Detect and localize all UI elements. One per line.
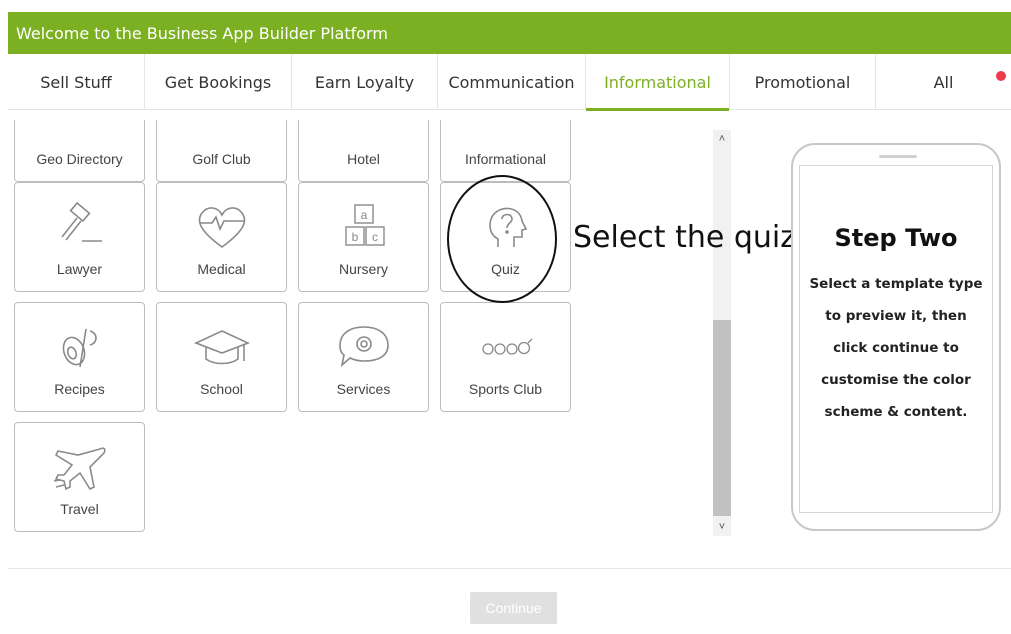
preview-title: Step Two [834, 224, 958, 252]
tab-earn-loyalty[interactable]: Earn Loyalty [292, 54, 438, 110]
template-tile-informational[interactable]: Informational [440, 120, 571, 182]
template-tile-sports-club[interactable]: Sports Club [440, 302, 571, 412]
preview-text: Select a template type to preview it, th… [809, 276, 983, 420]
svg-text:c: c [372, 230, 378, 244]
template-tile-hotel[interactable]: Hotel [298, 120, 429, 182]
template-tile-nursery[interactable]: a b c Nursery [298, 182, 429, 292]
tab-sell-stuff[interactable]: Sell Stuff [8, 54, 145, 110]
notification-dot [996, 71, 1006, 81]
template-tile-services[interactable]: Services [298, 302, 429, 412]
template-scrollbar[interactable]: ˄ ˅ [713, 130, 731, 536]
template-tile-medical[interactable]: Medical [156, 182, 287, 292]
template-grid: Geo Directory Golf Club Hotel Informatio… [8, 110, 708, 540]
template-tile-golf-club[interactable]: Golf Club [156, 120, 287, 182]
graduation-cap-icon [192, 321, 252, 373]
tab-promotional[interactable]: Promotional [730, 54, 876, 110]
phone-screen: Step Two Select a template type to previ… [799, 165, 993, 513]
template-tile-school[interactable]: School [156, 302, 287, 412]
svg-text:a: a [360, 208, 367, 222]
svg-text:b: b [351, 230, 358, 244]
category-tabs: Sell Stuff Get Bookings Earn Loyalty Com… [8, 54, 1011, 111]
template-tile-travel[interactable]: Travel [14, 422, 145, 532]
airplane-icon [50, 441, 110, 493]
template-tile-lawyer[interactable]: Lawyer [14, 182, 145, 292]
scroll-thumb[interactable] [713, 320, 731, 516]
template-tile-geo-directory[interactable]: Geo Directory [14, 120, 145, 182]
scroll-down-arrow-icon[interactable]: ˅ [713, 518, 731, 536]
tab-communication[interactable]: Communication [438, 54, 586, 110]
annotation-text: Select the quiz [573, 220, 796, 255]
app-header: Welcome to the Business App Builder Plat… [8, 12, 1011, 54]
tab-all[interactable]: All [876, 54, 1011, 110]
template-tile-recipes[interactable]: Recipes [14, 302, 145, 412]
tab-get-bookings[interactable]: Get Bookings [145, 54, 292, 110]
heart-pulse-icon [192, 201, 252, 253]
chat-gear-icon [334, 321, 394, 373]
annotation-circle [447, 175, 557, 303]
phone-speaker [879, 155, 917, 158]
scroll-up-arrow-icon[interactable]: ˄ [713, 130, 731, 148]
continue-button[interactable]: Continue [470, 592, 557, 624]
blocks-icon: a b c [334, 201, 394, 253]
food-icon [50, 321, 110, 373]
footer-divider [8, 568, 1011, 569]
phone-preview: Step Two Select a template type to previ… [791, 143, 1001, 531]
tab-informational[interactable]: Informational [586, 54, 730, 111]
header-title: Welcome to the Business App Builder Plat… [16, 23, 388, 43]
sports-balls-icon [476, 321, 536, 373]
gavel-icon [50, 201, 110, 253]
